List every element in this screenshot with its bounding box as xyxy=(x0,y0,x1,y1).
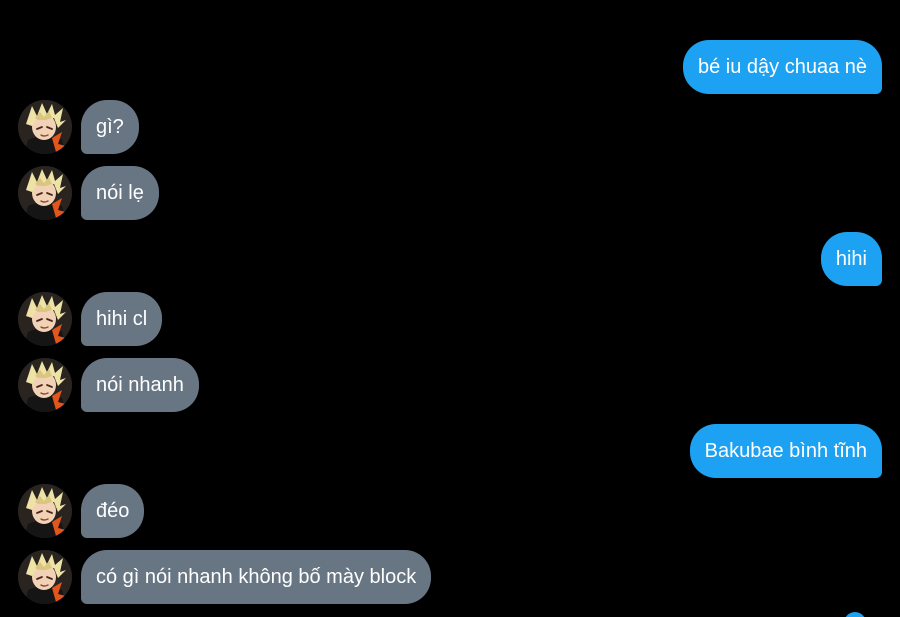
message-bubble[interactable]: nói nhanh xyxy=(81,358,199,412)
contact-avatar-icon[interactable] xyxy=(18,358,72,412)
message-bubble[interactable]: đéo xyxy=(81,484,145,538)
message-incoming[interactable]: nói nhanh xyxy=(18,358,199,412)
contact-avatar-icon[interactable] xyxy=(18,166,72,220)
contact-avatar-icon[interactable] xyxy=(18,100,72,154)
chat-thread: bé iu dậy chuaa nè gì? nói lẹ hihi hihi … xyxy=(0,0,900,617)
message-incoming[interactable]: nói lẹ xyxy=(18,166,159,220)
contact-avatar-icon[interactable] xyxy=(18,484,72,538)
message-outgoing[interactable]: bé iu dậy chuaa nè xyxy=(682,40,882,94)
message-bubble[interactable]: Bakubae bình tĩnh xyxy=(689,424,882,478)
message-bubble[interactable]: bé iu dậy chuaa nè xyxy=(682,40,882,94)
message-outgoing[interactable]: Bakubae bình tĩnh xyxy=(689,424,882,478)
message-bubble[interactable]: hihi cl xyxy=(81,292,163,346)
message-incoming[interactable]: có gì nói nhanh không bố mày block xyxy=(18,550,432,604)
message-incoming[interactable]: đéo xyxy=(18,484,145,538)
contact-avatar-icon[interactable] xyxy=(18,292,72,346)
contact-avatar-icon[interactable] xyxy=(18,550,72,604)
message-bubble[interactable]: hihi xyxy=(820,232,882,286)
message-bubble[interactable]: gì? xyxy=(81,100,139,154)
message-incoming[interactable]: gì? xyxy=(18,100,139,154)
typing-indicator-icon xyxy=(844,612,866,617)
message-bubble[interactable]: nói lẹ xyxy=(81,166,159,220)
message-outgoing[interactable]: hihi xyxy=(820,232,882,286)
message-bubble[interactable]: có gì nói nhanh không bố mày block xyxy=(81,550,432,604)
message-incoming[interactable]: hihi cl xyxy=(18,292,163,346)
